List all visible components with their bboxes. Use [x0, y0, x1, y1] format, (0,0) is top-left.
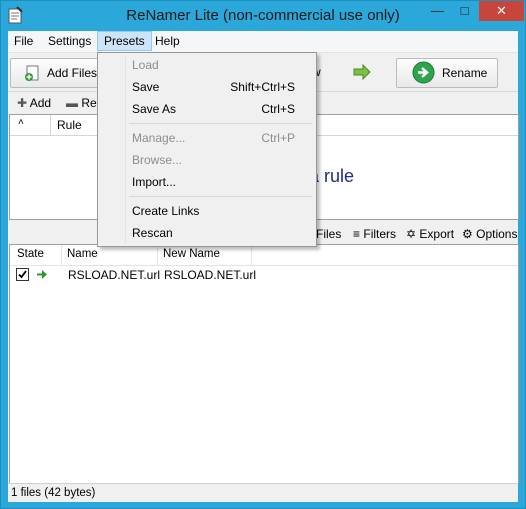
add-files-button[interactable]: Add Files [10, 58, 104, 88]
filters-icon: ≡ [353, 227, 361, 241]
status-text: 1 files (42 bytes) [11, 487, 96, 499]
save-as-shortcut: Ctrl+S [261, 102, 295, 116]
rename-label: Rename [442, 66, 488, 80]
menu-separator [129, 123, 312, 124]
add-rule-label: Add [29, 96, 52, 110]
menu-bar: File Settings Presets Help [8, 31, 518, 53]
manage-shortcut: Ctrl+P [261, 131, 295, 145]
column-separator [61, 245, 62, 265]
name-column-header[interactable]: Name [67, 248, 98, 260]
files-menu-button[interactable]: Files [316, 227, 341, 241]
maximize-button[interactable]: □ [451, 1, 478, 21]
filters-label: Filters [363, 227, 397, 241]
minimize-button[interactable]: — [424, 1, 451, 21]
export-icon: ✡ [406, 227, 417, 241]
close-icon: ✕ [496, 3, 507, 18]
column-separator [157, 245, 158, 265]
load-label: Load [132, 58, 159, 72]
preview-arrow-icon[interactable] [353, 64, 371, 80]
file-new-name-cell: RSLOAD.NET.url [164, 268, 257, 282]
rename-icon [412, 61, 435, 84]
menu-item-manage: Manage... Ctrl+P [100, 128, 314, 148]
checkmark-icon [18, 270, 27, 279]
options-label: Options [476, 227, 518, 241]
new-name-column-header[interactable]: New Name [163, 248, 220, 260]
add-files-label: Add Files [47, 66, 98, 80]
state-column-header[interactable]: State [17, 248, 44, 260]
table-row[interactable]: RSLOAD.NET.url RSLOAD.NET.url [10, 265, 518, 284]
browse-label: Browse... [132, 153, 183, 167]
minus-icon: ▬ [66, 96, 78, 110]
export-label: Export [419, 227, 455, 241]
app-window: ReNamer Lite (non-commercial use only) —… [0, 0, 526, 509]
rescan-label: Rescan [132, 226, 173, 240]
presets-dropdown-menu: Load Save Shift+Ctrl+S Save As Ctrl+S Ma… [97, 52, 317, 247]
minimize-icon: — [431, 3, 444, 18]
save-label: Save [132, 80, 160, 94]
menu-settings[interactable]: Settings [42, 31, 97, 51]
options-icon: ⚙ [462, 227, 473, 241]
import-label: Import... [132, 175, 177, 189]
menu-item-load: Load [100, 55, 314, 75]
files-list[interactable]: State Name New Name RSLOAD.NET.url RSLOA… [9, 244, 519, 484]
sort-indicator[interactable]: ˄ [18, 117, 24, 128]
rename-button[interactable]: Rename [396, 58, 498, 88]
maximize-icon: □ [460, 3, 469, 18]
plus-icon: ✚ [17, 96, 28, 110]
menu-presets[interactable]: Presets [97, 31, 152, 51]
add-files-icon [25, 65, 39, 81]
menu-item-save[interactable]: Save Shift+Ctrl+S [100, 77, 314, 97]
menu-item-browse: Browse... [100, 150, 314, 170]
menu-item-rescan[interactable]: Rescan [100, 223, 314, 243]
filters-button[interactable]: ≡ Filters [353, 227, 396, 241]
export-button[interactable]: ✡ Export [406, 227, 454, 241]
rule-column-header[interactable]: Rule [57, 118, 82, 132]
column-separator [50, 115, 51, 135]
save-shortcut: Shift+Ctrl+S [230, 80, 295, 94]
menu-file[interactable]: File [8, 31, 39, 51]
create-links-label: Create Links [132, 204, 200, 218]
title-bar[interactable]: ReNamer Lite (non-commercial use only) —… [1, 1, 525, 31]
manage-label: Manage... [132, 131, 186, 145]
menu-item-import[interactable]: Import... [100, 172, 314, 192]
close-button[interactable]: ✕ [479, 1, 524, 21]
save-as-label: Save As [132, 102, 177, 116]
menu-separator [129, 196, 312, 197]
add-rule-button[interactable]: ✚ Add [17, 96, 51, 110]
menu-item-save-as[interactable]: Save As Ctrl+S [100, 99, 314, 119]
status-arrow-icon [37, 270, 47, 279]
file-name-cell: RSLOAD.NET.url [68, 268, 161, 282]
files-header: State Name New Name [10, 245, 518, 266]
menu-help[interactable]: Help [149, 31, 186, 51]
options-button[interactable]: ⚙ Options [462, 227, 517, 241]
menu-item-create-links[interactable]: Create Links [100, 201, 314, 221]
column-separator [251, 245, 252, 265]
row-checkbox[interactable] [16, 268, 29, 281]
status-bar: 1 files (42 bytes) [8, 483, 518, 502]
